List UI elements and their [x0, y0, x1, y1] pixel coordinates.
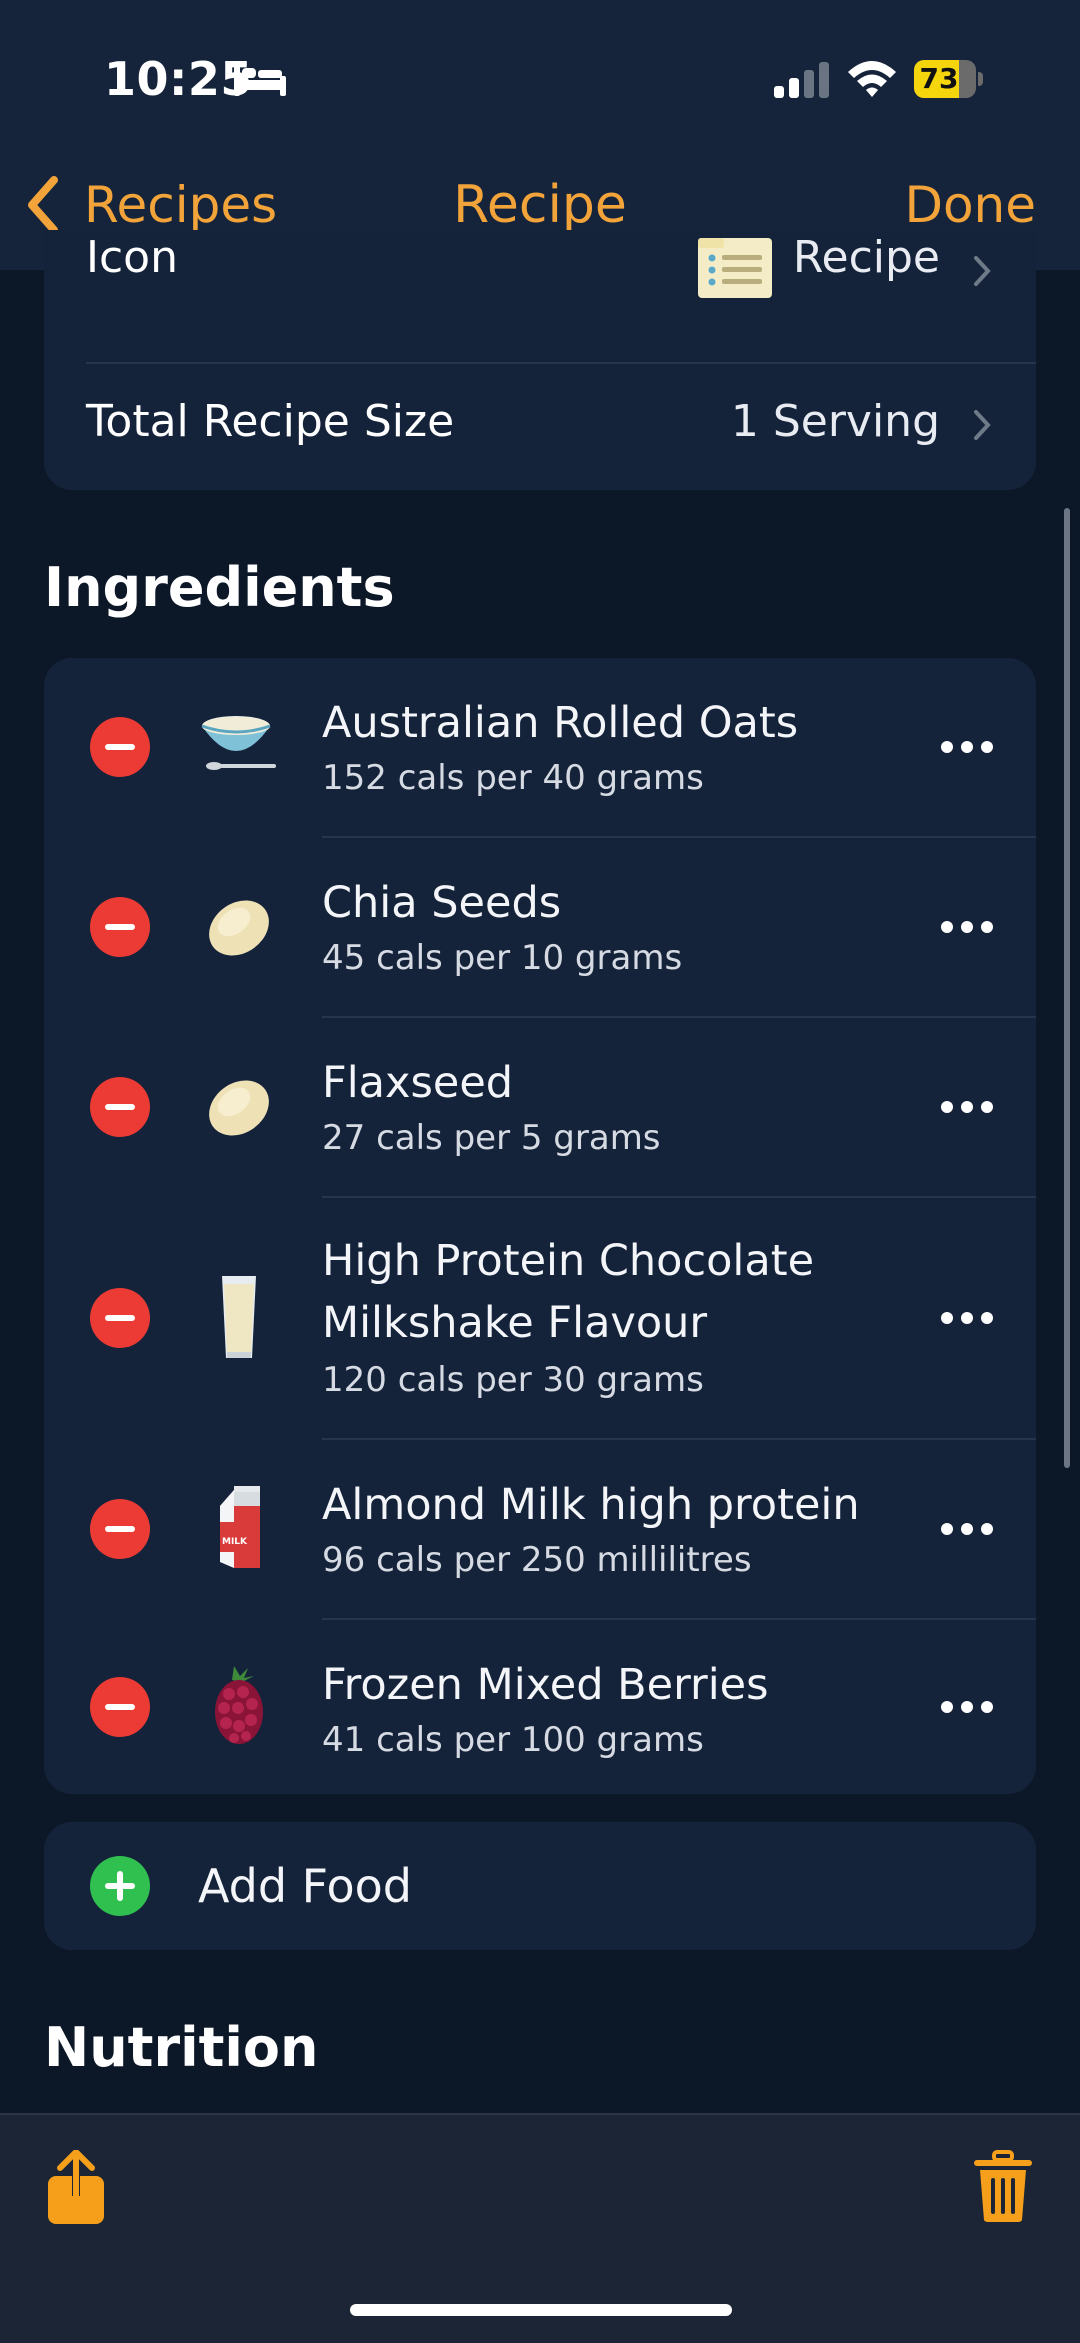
icon-row-value: Recipe: [792, 232, 940, 283]
ingredient-row[interactable]: Chia Seeds 45 cals per 10 grams: [44, 838, 1036, 1016]
delete-ingredient-button[interactable]: [90, 1288, 150, 1348]
trash-icon[interactable]: [972, 2150, 1034, 2224]
ingredient-name-line-1: High Protein Chocolate: [322, 1236, 815, 1286]
ingredient-calories: 152 cals per 40 grams: [322, 758, 704, 798]
ingredient-name: Chia Seeds: [322, 878, 562, 928]
delete-ingredient-button[interactable]: [90, 1499, 150, 1559]
share-icon[interactable]: [46, 2150, 106, 2226]
ingredient-calories: 41 cals per 100 grams: [322, 1720, 704, 1760]
total-recipe-size-label: Total Recipe Size: [86, 396, 455, 447]
ingredient-name-line-2: Milkshake Flavour: [322, 1298, 708, 1348]
more-options-icon[interactable]: [940, 920, 994, 934]
ingredient-calories: 45 cals per 10 grams: [322, 938, 683, 978]
ingredient-row[interactable]: Australian Rolled Oats 152 cals per 40 g…: [44, 658, 1036, 836]
delete-ingredient-button[interactable]: [90, 1077, 150, 1137]
ingredient-name: Almond Milk high protein: [322, 1480, 860, 1530]
battery-indicator: 73: [914, 60, 984, 98]
ingredient-calories: 120 cals per 30 grams: [322, 1360, 704, 1400]
chevron-right-icon: [974, 256, 991, 286]
ingredient-name: Flaxseed: [322, 1058, 514, 1108]
total-recipe-size-row[interactable]: Total Recipe Size 1 Serving: [44, 364, 1036, 490]
add-food-button[interactable]: Add Food: [44, 1822, 1036, 1950]
ingredient-calories: 96 cals per 250 millilitres: [322, 1540, 752, 1580]
ingredients-section-title: Ingredients: [44, 556, 395, 619]
milkshake-glass-icon: [222, 1276, 256, 1358]
cellular-signal-icon: [774, 62, 829, 98]
delete-ingredient-button[interactable]: [90, 717, 150, 777]
ingredient-name: Frozen Mixed Berries: [322, 1660, 769, 1710]
oats-bowl-icon: [201, 716, 276, 770]
more-options-icon[interactable]: [940, 1522, 994, 1536]
ingredient-row[interactable]: Frozen Mixed Berries 41 cals per 100 gra…: [44, 1620, 1036, 1794]
delete-ingredient-button[interactable]: [90, 1677, 150, 1737]
ingredient-row[interactable]: MILK Almond Milk high protein 96 cals pe…: [44, 1440, 1036, 1618]
wifi-icon: [848, 61, 896, 97]
more-options-icon[interactable]: [940, 1311, 994, 1325]
more-options-icon[interactable]: [940, 1100, 994, 1114]
nutrition-section-title: Nutrition: [44, 2016, 319, 2079]
delete-ingredient-button[interactable]: [90, 897, 150, 957]
ingredient-calories: 27 cals per 5 grams: [322, 1118, 661, 1158]
carton-label: MILK: [222, 1537, 248, 1547]
status-time: 10:25: [104, 52, 253, 106]
ingredients-list: Australian Rolled Oats 152 cals per 40 g…: [44, 658, 1036, 1794]
bed-icon: [234, 66, 286, 96]
more-options-icon[interactable]: [940, 740, 994, 754]
home-indicator: [350, 2304, 732, 2316]
scrollbar[interactable]: [1064, 508, 1070, 1468]
milk-carton-icon: MILK: [220, 1486, 260, 1568]
chevron-right-icon: [974, 410, 991, 440]
add-icon: [90, 1856, 150, 1916]
recipe-document-icon: [698, 238, 772, 298]
ingredient-row[interactable]: Flaxseed 27 cals per 5 grams: [44, 1018, 1036, 1196]
ingredient-name: Australian Rolled Oats: [322, 698, 799, 748]
icon-row-label: Icon: [86, 232, 178, 283]
berry-icon: [215, 1666, 263, 1744]
add-food-label: Add Food: [198, 1859, 412, 1913]
more-options-icon[interactable]: [940, 1700, 994, 1714]
seed-icon: [209, 900, 269, 956]
battery-percentage: 73: [919, 62, 959, 95]
ingredient-row[interactable]: High Protein Chocolate Milkshake Flavour…: [44, 1198, 1036, 1438]
recipe-settings-card: Icon Recipe Total Recipe Size 1 Serving: [44, 230, 1036, 490]
icon-row[interactable]: Icon Recipe: [44, 200, 1036, 320]
total-recipe-size-value: 1 Serving: [730, 396, 940, 447]
seed-icon: [209, 1080, 269, 1136]
